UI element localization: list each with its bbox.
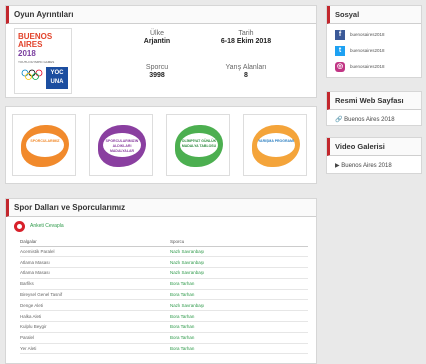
table-row: Acemistik Paralel Nazlı Savranbaşı <box>20 246 308 258</box>
official-site-panel: Resmi Web Sayfası 🔗 Buenos Aires 2018 <box>326 91 422 126</box>
logo-line2: AIRES <box>18 40 43 49</box>
athlete-link[interactable]: Nazlı Savranbaşı <box>170 256 308 269</box>
venue-info: Yarış Alanları 8 <box>211 64 281 79</box>
date-value: 6-18 Ekim 2018 <box>220 38 272 45</box>
sports-title: Spor Dalları ve Sporcularımız <box>6 199 316 217</box>
video-gallery-link-label: Buenos Aires 2018 <box>341 163 392 169</box>
table-row: Bireysel Genel Tasnif Bora Tarhan <box>20 289 308 301</box>
game-details-title: Oyun Ayrıntıları <box>6 6 316 24</box>
athlete-label: Sporcu <box>145 64 169 71</box>
instagram-handle: buenosaires2018 <box>350 64 385 69</box>
athlete-value: 3998 <box>149 72 165 79</box>
table-header-row: Dalgalar Sporcu <box>20 237 308 247</box>
table-row: Kulplu Beygir Bora Tarhan <box>20 321 308 333</box>
sport-cell: Paralel <box>20 332 170 344</box>
video-icon: ▶ <box>335 163 340 169</box>
buenos-aires-logo: BUENOS AIRES 2018 YOUTH OLYMPIC GAMES YO… <box>14 28 72 94</box>
table-row: Denge Aleti Nazlı Savranbaşı <box>20 299 308 312</box>
country-value: Arjantin <box>143 38 171 45</box>
venue-label: Yarış Alanları <box>225 64 267 71</box>
tile-sporcularimiz[interactable]: SPORCULARIMIZ <box>12 114 76 176</box>
facebook-link[interactable]: f buenosaires2018 <box>335 30 415 42</box>
sports-panel: Spor Dalları ve Sporcularımız Anketi Cev… <box>5 198 317 364</box>
table-row: Barfiks Bora Tarhan <box>20 278 308 290</box>
official-site-link-label: Buenos Aires 2018 <box>344 117 395 123</box>
header-athlete: Sporcu <box>170 237 308 247</box>
athlete-link[interactable]: Bora Tarhan <box>170 343 308 355</box>
country-label: Ülke <box>149 30 164 37</box>
sport-cell: Atlama Masası <box>20 256 170 269</box>
sport-cell: Kulplu Beygir <box>20 321 170 333</box>
link-icon: 🔗 <box>335 117 343 123</box>
video-gallery-panel: Video Galerisi ▶ Buenos Aires 2018 <box>326 137 422 174</box>
tile-madalyalar[interactable]: SPORCULARIMIZIN ALDIKLARI MADALYALAR <box>89 114 153 176</box>
tile-madalya-tablosu-label: OLİMPİYAT GÜNLÜK MADALYA TABLOSU <box>180 133 218 157</box>
tile-madalya-tablosu[interactable]: OLİMPİYAT GÜNLÜK MADALYA TABLOSU <box>166 114 230 176</box>
twitter-handle: buenosaires2018 <box>350 48 385 53</box>
country-link[interactable]: Anketi Cevapla <box>30 223 64 229</box>
instagram-icon: ◎ <box>335 62 345 72</box>
table-row: Halka Aleti Bora Tarhan <box>20 310 308 323</box>
date-label: Tarih <box>238 30 254 37</box>
tile-yarisma-programi-label: YARIŞMA PROGRAMI <box>257 133 295 157</box>
tile-yarisma-programi[interactable]: YARIŞMA PROGRAMI <box>243 114 307 176</box>
instagram-link[interactable]: ◎ buenosaires2018 <box>335 62 415 74</box>
twitter-link[interactable]: t buenosaires2018 <box>335 46 415 58</box>
sport-cell: Acemistik Paralel <box>20 246 170 258</box>
sport-cell: Atlama Masası <box>20 267 170 279</box>
sport-cell: Denge Aleti <box>20 299 170 312</box>
facebook-icon: f <box>335 30 345 40</box>
video-gallery-title: Video Galerisi <box>327 138 421 156</box>
athlete-link[interactable]: Bora Tarhan <box>170 310 308 323</box>
tile-madalyalar-label: SPORCULARIMIZIN ALDIKLARI MADALYALAR <box>103 133 141 157</box>
country-info: Ülke Arjantin <box>122 30 192 45</box>
sport-cell: Bireysel Genel Tasnif <box>20 289 170 301</box>
facebook-handle: buenosaires2018 <box>350 32 385 37</box>
athlete-info: Sporcu 3998 <box>122 64 192 79</box>
yoc-badge: YOC UNA <box>46 67 68 89</box>
social-panel: Sosyal f buenosaires2018 t buenosaires20… <box>326 5 422 78</box>
sports-table: Dalgalar Sporcu Acemistik Paralel Nazlı S… <box>20 237 308 355</box>
table-row: Paralel Bora Tarhan <box>20 332 308 344</box>
video-gallery-link[interactable]: ▶ Buenos Aires 2018 <box>335 162 392 169</box>
athlete-link[interactable]: Bora Tarhan <box>170 321 308 333</box>
athlete-link[interactable]: Bora Tarhan <box>170 332 308 344</box>
sport-cell: Yer Aleti <box>20 343 170 355</box>
date-info: Tarih 6-18 Ekim 2018 <box>211 30 281 45</box>
venue-value: 8 <box>244 72 248 79</box>
athlete-link[interactable]: Nazlı Savranbaşı <box>170 267 308 279</box>
sport-cell: Halka Aleti <box>20 310 170 323</box>
athlete-link[interactable]: Bora Tarhan <box>170 278 308 290</box>
logo-text-buenos: BUENOS AIRES <box>18 33 52 49</box>
turkey-flag-icon <box>14 221 25 232</box>
athlete-link[interactable]: Bora Tarhan <box>170 289 308 301</box>
athlete-link[interactable]: Nazlı Savranbaşı <box>170 299 308 312</box>
table-row: Atlama Masası Nazlı Savranbaşı <box>20 256 308 269</box>
table-row: Atlama Masası Nazlı Savranbaşı <box>20 267 308 279</box>
official-site-link[interactable]: 🔗 Buenos Aires 2018 <box>335 116 395 123</box>
logo-subtitle: YOUTH OLYMPIC GAMES <box>18 60 55 64</box>
athlete-link[interactable]: Nazlı Savranbaşı <box>170 246 308 258</box>
official-site-title: Resmi Web Sayfası <box>327 92 421 110</box>
logo-line3: 2018 <box>18 49 36 58</box>
olympic-rings-icon <box>21 69 43 80</box>
header-sport: Dalgalar <box>20 237 170 247</box>
game-details-panel: Oyun Ayrıntıları BUENOS AIRES 2018 YOUTH… <box>5 5 317 98</box>
twitter-icon: t <box>335 46 345 56</box>
sport-cell: Barfiks <box>20 278 170 290</box>
social-title: Sosyal <box>327 6 421 24</box>
table-row: Yer Aleti Bora Tarhan <box>20 343 308 355</box>
tile-sporcularimiz-label: SPORCULARIMIZ <box>26 133 64 157</box>
